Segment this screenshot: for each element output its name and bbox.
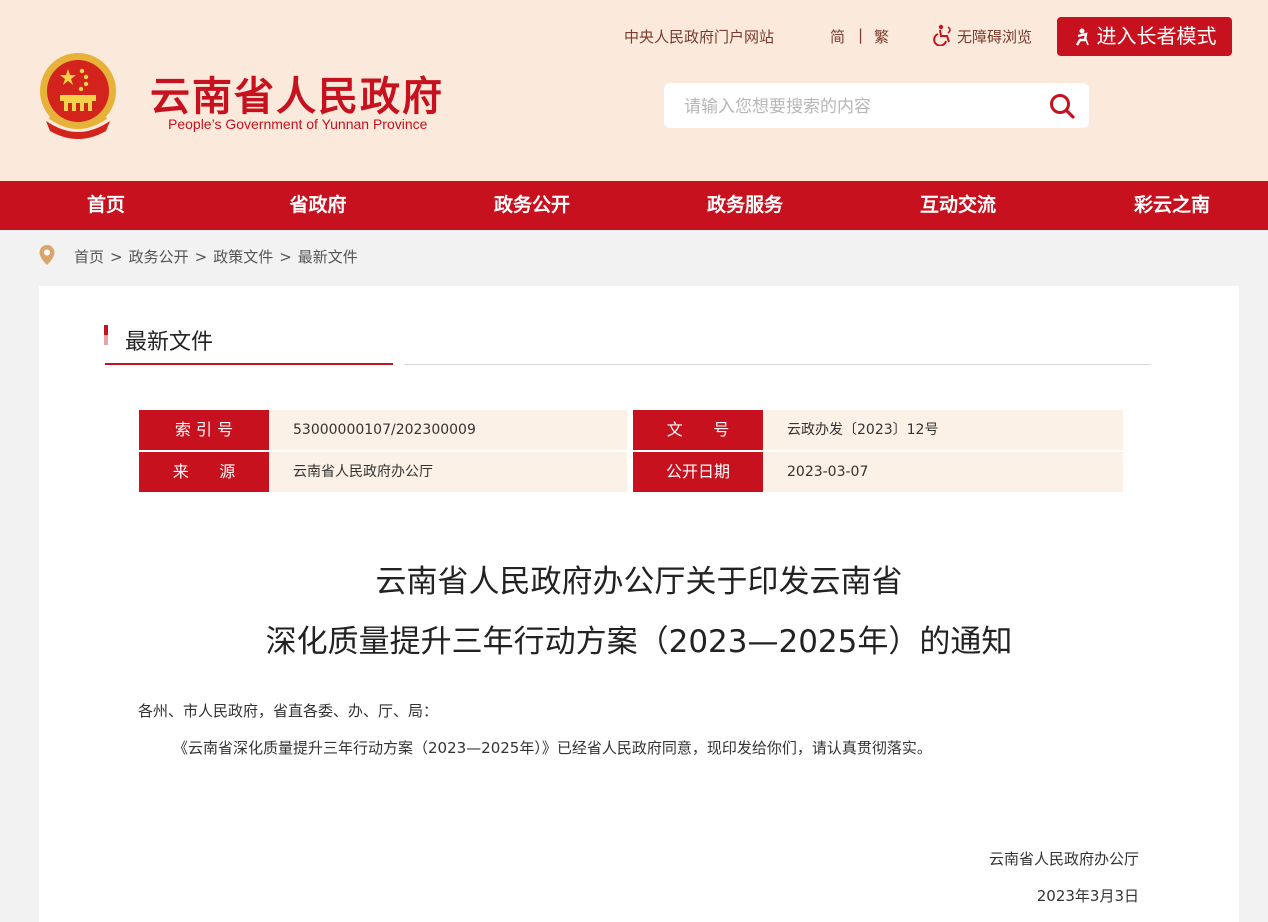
elder-mode-button[interactable]: 进入长者模式 — [1057, 17, 1232, 56]
document-sign-date: 2023年3月3日 — [1036, 887, 1139, 905]
meta-source-label: 来 源 — [139, 452, 269, 492]
language-divider: | — [858, 26, 864, 44]
breadcrumb: 首页 > 政务公开 > 政策文件 > 最新文件 — [38, 244, 358, 267]
national-emblem-icon — [40, 53, 116, 139]
meta-source-value: 云南省人民政府办公厅 — [269, 452, 627, 492]
document-title-line-2: 深化质量提升三年行动方案（2023—2025年）的通知 — [265, 624, 1013, 660]
elder-person-icon — [1075, 28, 1089, 46]
section-title: 最新文件 — [125, 330, 214, 355]
nav-item-home[interactable]: 首页 — [87, 181, 125, 230]
breadcrumb-separator: > — [110, 248, 123, 266]
breadcrumb-separator: > — [194, 248, 208, 266]
search-input[interactable] — [664, 83, 1056, 130]
search-icon[interactable] — [1048, 92, 1076, 120]
nav-item-government-affairs-disclosure[interactable]: 政务公开 — [494, 181, 570, 230]
accessibility-label: 无障碍浏览 — [957, 28, 1033, 46]
content-panel: 最新文件 索 引 号 53000000107/202300009 文 号 云政办… — [39, 286, 1239, 922]
meta-docno-value: 云政办发〔2023〕12号 — [763, 410, 1123, 450]
central-government-link[interactable]: 中央人民政府门户网站 — [624, 26, 774, 47]
breadcrumb-home[interactable]: 首页 — [74, 248, 104, 266]
meta-docno-label: 文 号 — [633, 410, 763, 450]
meta-index-value: 53000000107/202300009 — [269, 410, 627, 450]
meta-date-label: 公开日期 — [633, 452, 763, 492]
location-pin-icon — [39, 245, 55, 265]
nav-item-government-services[interactable]: 政务服务 — [707, 181, 783, 230]
document-title-line-1: 云南省人民政府办公厅关于印发云南省 — [375, 564, 903, 600]
wheelchair-icon — [933, 24, 951, 47]
document-salutation: 各州、市人民政府，省直各委、办、厅、局： — [138, 702, 439, 720]
site-header: 云南省人民政府 People’s Government of Yunnan Pr… — [0, 0, 1268, 181]
breadcrumb-government-affairs[interactable]: 政务公开 — [129, 248, 189, 266]
breadcrumb-separator: > — [279, 248, 292, 266]
document-paragraph: 《云南省深化质量提升三年行动方案（2023—2025年）》已经省人民政府同意，现… — [173, 739, 932, 757]
meta-index-label: 索 引 号 — [139, 410, 269, 450]
nav-item-colorful-yunnan[interactable]: 彩云之南 — [1134, 181, 1210, 230]
document-signer: 云南省人民政府办公厅 — [988, 850, 1139, 868]
nav-item-provincial-government[interactable]: 省政府 — [289, 181, 346, 230]
search-box — [664, 83, 1089, 130]
meta-date-value: 2023-03-07 — [763, 452, 1123, 492]
elder-mode-label: 进入长者模式 — [1096, 24, 1217, 48]
main-nav: 首页 省政府 政务公开 政务服务 互动交流 彩云之南 — [0, 181, 1268, 230]
site-title[interactable]: 云南省人民政府 — [150, 64, 444, 122]
section-divider — [404, 364, 1151, 365]
breadcrumb-latest-documents[interactable]: 最新文件 — [298, 248, 358, 266]
site-subtitle: People’s Government of Yunnan Province — [168, 116, 428, 132]
accessibility-link[interactable]: 无障碍浏览 — [933, 24, 1032, 47]
simplified-chinese-link[interactable]: 简 — [830, 26, 845, 47]
traditional-chinese-link[interactable]: 繁 — [874, 26, 889, 47]
nav-item-interaction[interactable]: 互动交流 — [920, 181, 996, 230]
section-underline — [105, 363, 393, 365]
breadcrumb-policy-documents[interactable]: 政策文件 — [213, 248, 273, 266]
